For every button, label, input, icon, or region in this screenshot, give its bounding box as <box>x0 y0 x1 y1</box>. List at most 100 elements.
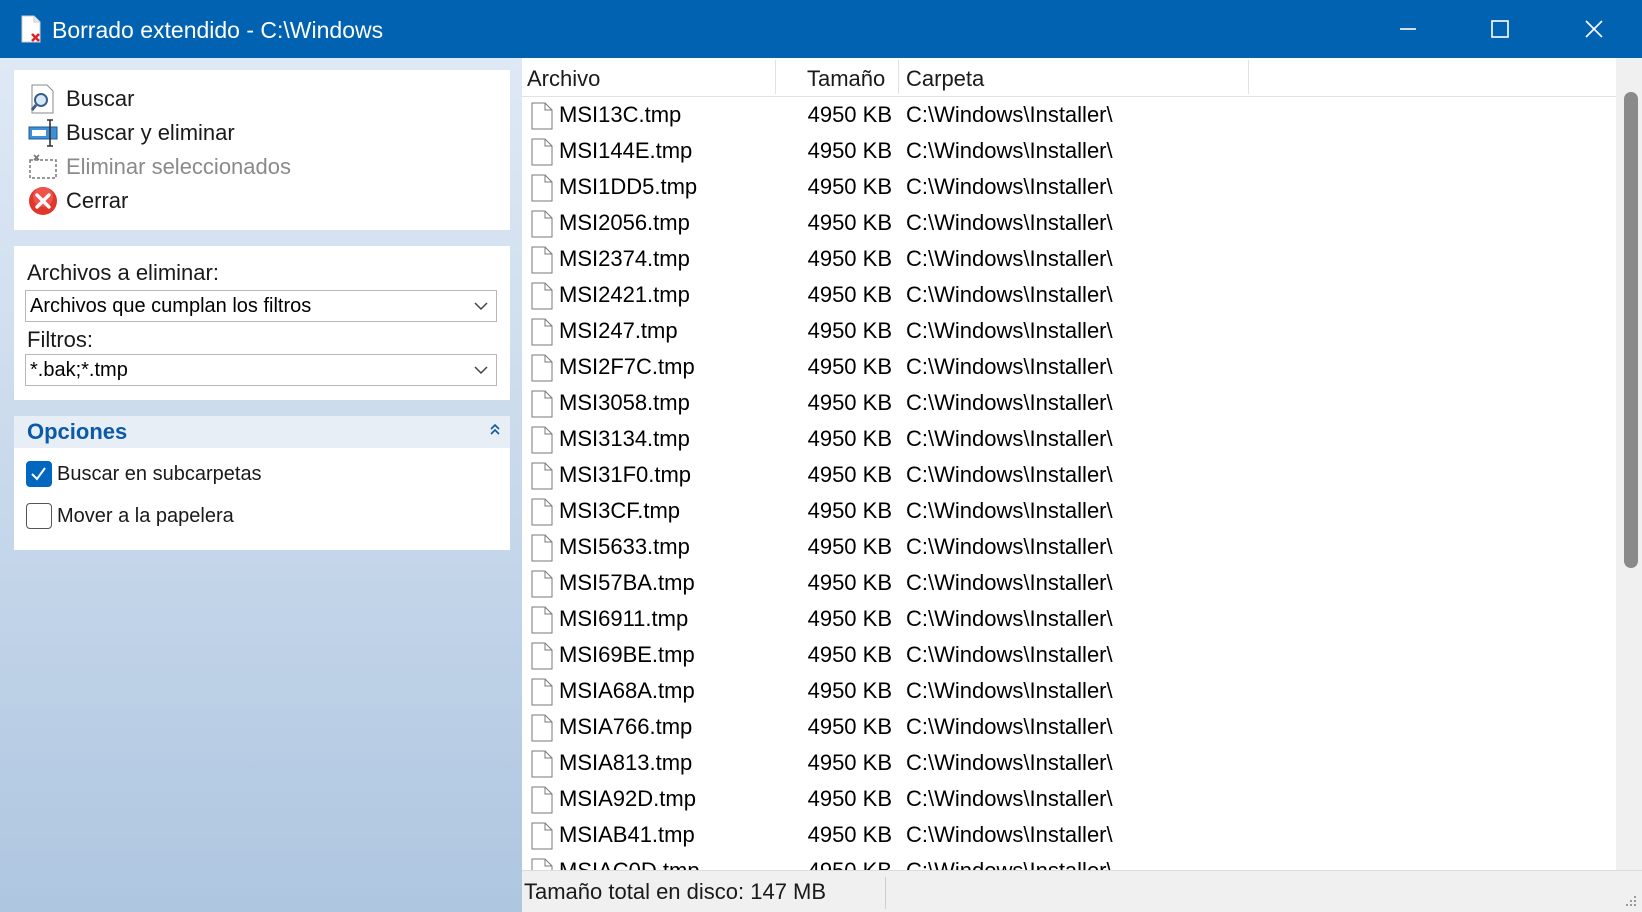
window-title: Borrado extendido - C:\Windows <box>52 17 384 43</box>
table-row[interactable]: MSIA813.tmp 4950 KB C:\Windows\Installer\ <box>522 746 1616 782</box>
table-row[interactable]: MSIA766.tmp 4950 KB C:\Windows\Installer\ <box>522 710 1616 746</box>
file-folder: C:\Windows\Installer\ <box>906 246 1113 271</box>
scrollbar-thumb[interactable] <box>1624 92 1638 568</box>
file-folder: C:\Windows\Installer\ <box>906 606 1113 631</box>
file-size: 4950 KB <box>807 102 892 127</box>
file-folder: C:\Windows\Installer\ <box>906 138 1113 163</box>
checkmark-icon <box>31 467 46 481</box>
close-label: Cerrar <box>66 188 129 213</box>
filters-value: *.bak;*.tmp <box>30 359 128 381</box>
column-divider[interactable] <box>898 60 899 94</box>
file-size: 4950 KB <box>807 606 892 631</box>
table-row[interactable]: MSI3134.tmp 4950 KB C:\Windows\Installer\ <box>522 422 1616 458</box>
column-header-folder[interactable]: Carpeta <box>906 58 984 96</box>
close-button[interactable]: Cerrar <box>28 184 128 218</box>
recycle-bin-checkbox[interactable] <box>26 503 52 529</box>
table-row[interactable]: MSI1DD5.tmp 4950 KB C:\Windows\Installer\ <box>522 170 1616 206</box>
file-icon <box>531 786 553 814</box>
file-name: MSI144E.tmp <box>559 138 693 163</box>
file-name: MSI3134.tmp <box>559 426 690 451</box>
file-size: 4950 KB <box>807 714 892 739</box>
file-folder: C:\Windows\Installer\ <box>906 174 1113 199</box>
table-row[interactable]: MSI31F0.tmp 4950 KB C:\Windows\Installer\ <box>522 458 1616 494</box>
table-row[interactable]: MSI5633.tmp 4950 KB C:\Windows\Installer\ <box>522 530 1616 566</box>
file-icon <box>531 642 553 670</box>
file-name: MSI2056.tmp <box>559 210 690 235</box>
table-row[interactable]: MSI2374.tmp 4950 KB C:\Windows\Installer\ <box>522 242 1616 278</box>
file-folder: C:\Windows\Installer\ <box>906 714 1113 739</box>
file-size: 4950 KB <box>807 642 892 667</box>
search-label: Buscar <box>66 86 135 111</box>
table-row[interactable]: MSI6911.tmp 4950 KB C:\Windows\Installer\ <box>522 602 1616 638</box>
file-size: 4950 KB <box>807 786 892 811</box>
file-name: MSI247.tmp <box>559 318 678 343</box>
file-icon <box>531 102 553 130</box>
table-row[interactable]: MSI144E.tmp 4950 KB C:\Windows\Installer\ <box>522 134 1616 170</box>
resize-grip-icon[interactable] <box>1622 892 1638 908</box>
filters-dropdown[interactable]: *.bak;*.tmp <box>25 354 497 386</box>
table-row[interactable]: MSI3058.tmp 4950 KB C:\Windows\Installer\ <box>522 386 1616 422</box>
table-row[interactable]: MSI57BA.tmp 4950 KB C:\Windows\Installer\ <box>522 566 1616 602</box>
table-row[interactable]: MSI2056.tmp 4950 KB C:\Windows\Installer\ <box>522 206 1616 242</box>
file-name: MSI1DD5.tmp <box>559 174 698 199</box>
maximize-button[interactable] <box>1454 0 1546 58</box>
file-folder: C:\Windows\Installer\ <box>906 354 1113 379</box>
table-row[interactable]: MSI2F7C.tmp 4950 KB C:\Windows\Installer\ <box>522 350 1616 386</box>
status-divider <box>885 877 886 909</box>
options-title: Opciones <box>27 419 128 444</box>
table-row[interactable]: MSI69BE.tmp 4950 KB C:\Windows\Installer\ <box>522 638 1616 674</box>
file-icon <box>531 822 553 850</box>
table-row[interactable]: MSI247.tmp 4950 KB C:\Windows\Installer\ <box>522 314 1616 350</box>
file-icon <box>531 138 553 166</box>
table-row[interactable]: MSI3CF.tmp 4950 KB C:\Windows\Installer\ <box>522 494 1616 530</box>
options-header[interactable]: Opciones <box>14 416 510 448</box>
subfolders-checkbox[interactable] <box>26 461 52 487</box>
file-size: 4950 KB <box>807 678 892 703</box>
options-box: Opciones Buscar en subcarpetas Mover a l… <box>14 416 510 550</box>
column-divider[interactable] <box>1248 60 1249 94</box>
subfolders-label: Buscar en subcarpetas <box>57 463 262 485</box>
file-icon <box>531 606 553 634</box>
search-delete-button[interactable]: Buscar y eliminar <box>28 116 235 150</box>
file-name: MSI31F0.tmp <box>559 462 692 487</box>
column-header-size[interactable]: Tamaño <box>807 58 885 96</box>
column-divider[interactable] <box>775 60 776 94</box>
file-icon <box>531 750 553 778</box>
table-row[interactable]: MSI13C.tmp 4950 KB C:\Windows\Installer\ <box>522 98 1616 134</box>
file-icon <box>531 678 553 706</box>
file-name: MSIAB41.tmp <box>559 822 695 847</box>
file-size: 4950 KB <box>807 318 892 343</box>
close-icon <box>1585 20 1603 38</box>
close-red-icon <box>28 186 58 216</box>
file-size: 4950 KB <box>807 282 892 307</box>
close-window-button[interactable] <box>1548 0 1640 58</box>
table-row[interactable]: MSIA92D.tmp 4950 KB C:\Windows\Installer\ <box>522 782 1616 818</box>
file-folder: C:\Windows\Installer\ <box>906 786 1113 811</box>
task-panel: Buscar Buscar y eliminar Eliminar selecc… <box>0 58 522 912</box>
file-icon <box>531 426 553 454</box>
file-size: 4950 KB <box>807 462 892 487</box>
file-name: MSI2F7C.tmp <box>559 354 695 379</box>
file-icon <box>531 390 553 418</box>
file-icon <box>531 570 553 598</box>
file-size: 4950 KB <box>807 426 892 451</box>
minimize-button[interactable] <box>1362 0 1454 58</box>
files-mode-dropdown[interactable]: Archivos que cumplan los filtros <box>25 290 497 322</box>
search-button[interactable]: Buscar <box>28 82 134 116</box>
search-delete-icon <box>28 118 58 148</box>
delete-selected-button[interactable]: Eliminar seleccionados <box>28 150 291 184</box>
file-size: 4950 KB <box>807 534 892 559</box>
table-row[interactable]: MSIAB41.tmp 4950 KB C:\Windows\Installer\ <box>522 818 1616 854</box>
file-icon <box>531 318 553 346</box>
search-delete-label: Buscar y eliminar <box>66 120 235 145</box>
table-row[interactable]: MSI2421.tmp 4950 KB C:\Windows\Installer\ <box>522 278 1616 314</box>
actions-box: Buscar Buscar y eliminar Eliminar selecc… <box>14 70 510 230</box>
vertical-scrollbar[interactable] <box>1616 58 1642 870</box>
file-name: MSIA92D.tmp <box>559 786 696 811</box>
file-size: 4950 KB <box>807 390 892 415</box>
total-size-status: Tamaño total en disco: 147 MB <box>524 879 827 904</box>
file-icon <box>531 534 553 562</box>
column-header-file[interactable]: Archivo <box>527 58 600 96</box>
table-row[interactable]: MSIA68A.tmp 4950 KB C:\Windows\Installer\ <box>522 674 1616 710</box>
status-bar: Tamaño total en disco: 147 MB <box>522 870 1642 912</box>
